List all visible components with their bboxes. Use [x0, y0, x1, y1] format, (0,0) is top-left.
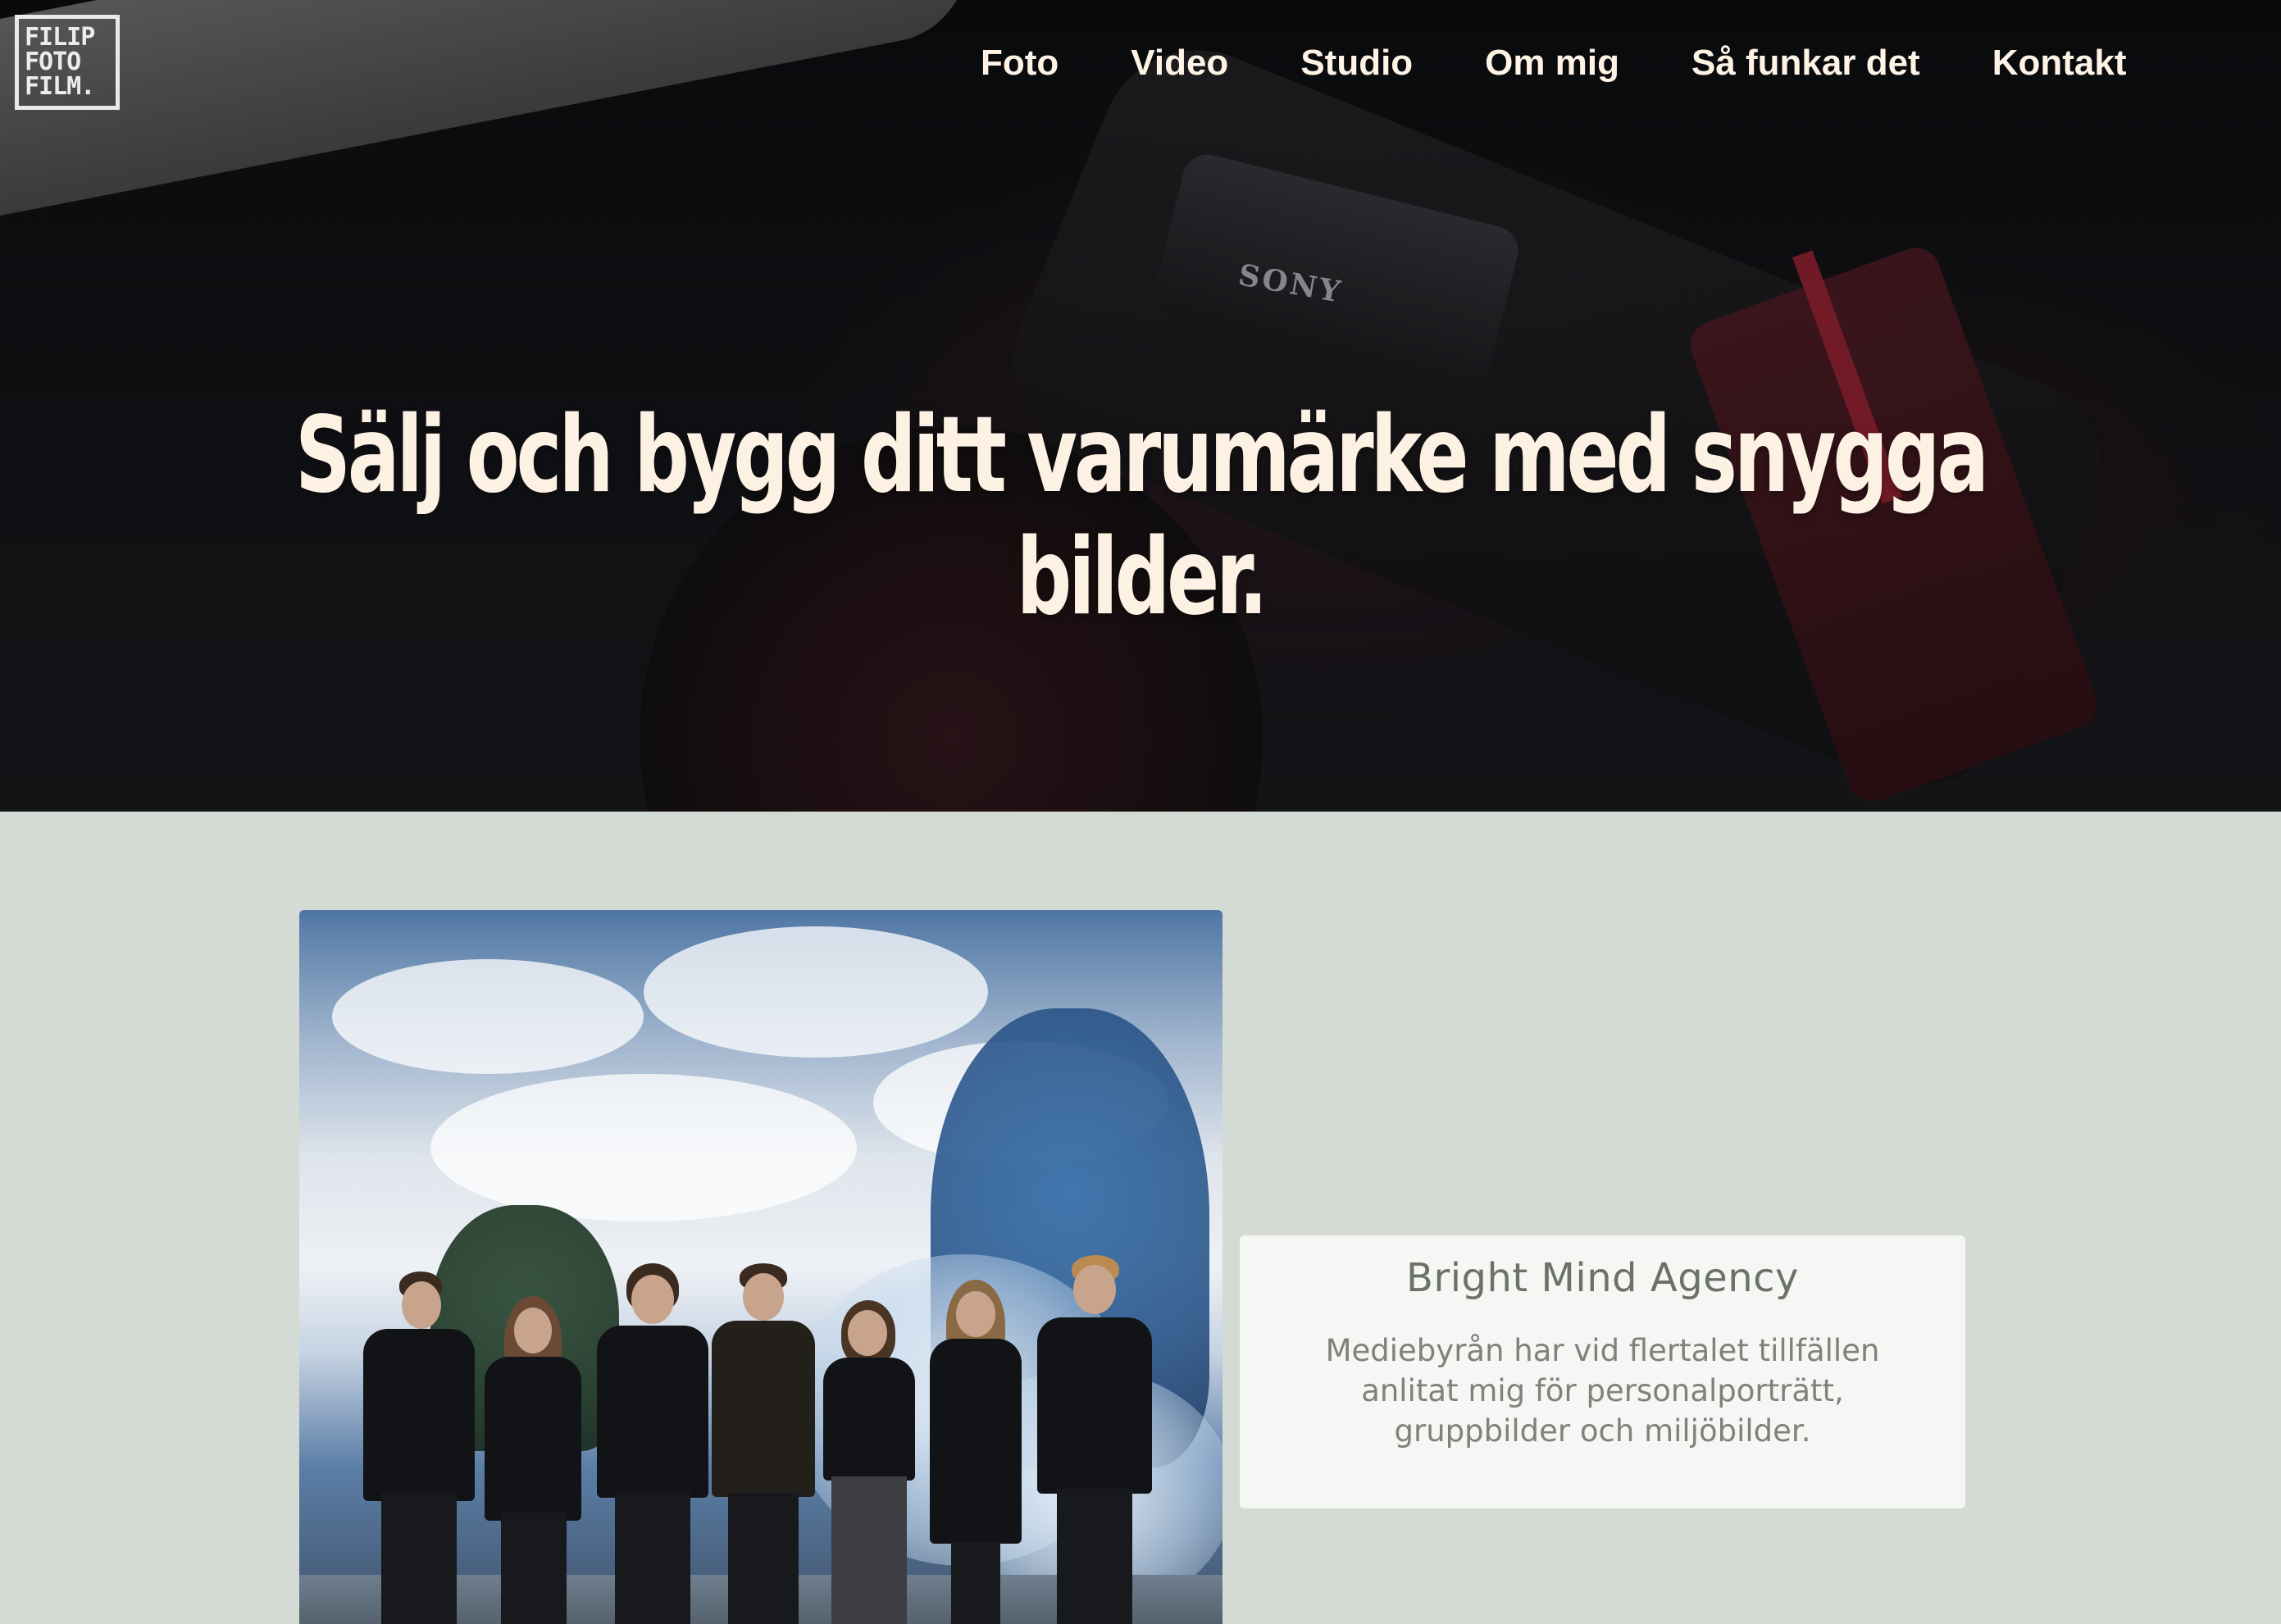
- showcase-description: Mediebyrån har vid flertalet tillfällen …: [1325, 1333, 1880, 1449]
- nav-item-foto[interactable]: Foto: [981, 43, 1059, 84]
- site-logo[interactable]: FILIP FOTO FILM.: [15, 15, 120, 110]
- showcase-photo[interactable]: [299, 910, 1222, 1624]
- logo-line-3: FILM.: [25, 72, 95, 101]
- main-navigation: Foto Video Studio Om mig Så funkar det K…: [981, 43, 2127, 84]
- photo-person: [480, 1296, 586, 1624]
- photo-person: [357, 1271, 480, 1624]
- nav-item-studio[interactable]: Studio: [1300, 43, 1413, 84]
- photo-cloud: [430, 1074, 857, 1221]
- showcase-title: Bright Mind Agency: [1406, 1255, 1799, 1301]
- nav-item-kontakt[interactable]: Kontakt: [1992, 43, 2127, 84]
- nav-item-sa-funkar-det[interactable]: Så funkar det: [1691, 43, 1920, 84]
- logo-line-2: FOTO: [25, 48, 81, 76]
- photo-cloud: [644, 926, 988, 1058]
- logo-line-1: FILIP: [25, 23, 95, 52]
- photo-person: [590, 1263, 713, 1624]
- photo-person: [918, 1280, 1033, 1624]
- hero-headline: Sälj och bygg ditt varumärke med snygga …: [294, 393, 1989, 639]
- showcase-card: Bright Mind Agency Mediebyrån har vid fl…: [1240, 1235, 1965, 1508]
- nav-item-video[interactable]: Video: [1131, 43, 1228, 84]
- photo-person: [705, 1263, 820, 1624]
- hero-banner: SONY FILIP FOTO FILM. Foto Video Studio …: [0, 0, 2281, 812]
- nav-item-om-mig[interactable]: Om mig: [1485, 43, 1619, 84]
- photo-person: [812, 1300, 927, 1624]
- photo-person: [1029, 1255, 1160, 1624]
- photo-cloud: [332, 959, 644, 1074]
